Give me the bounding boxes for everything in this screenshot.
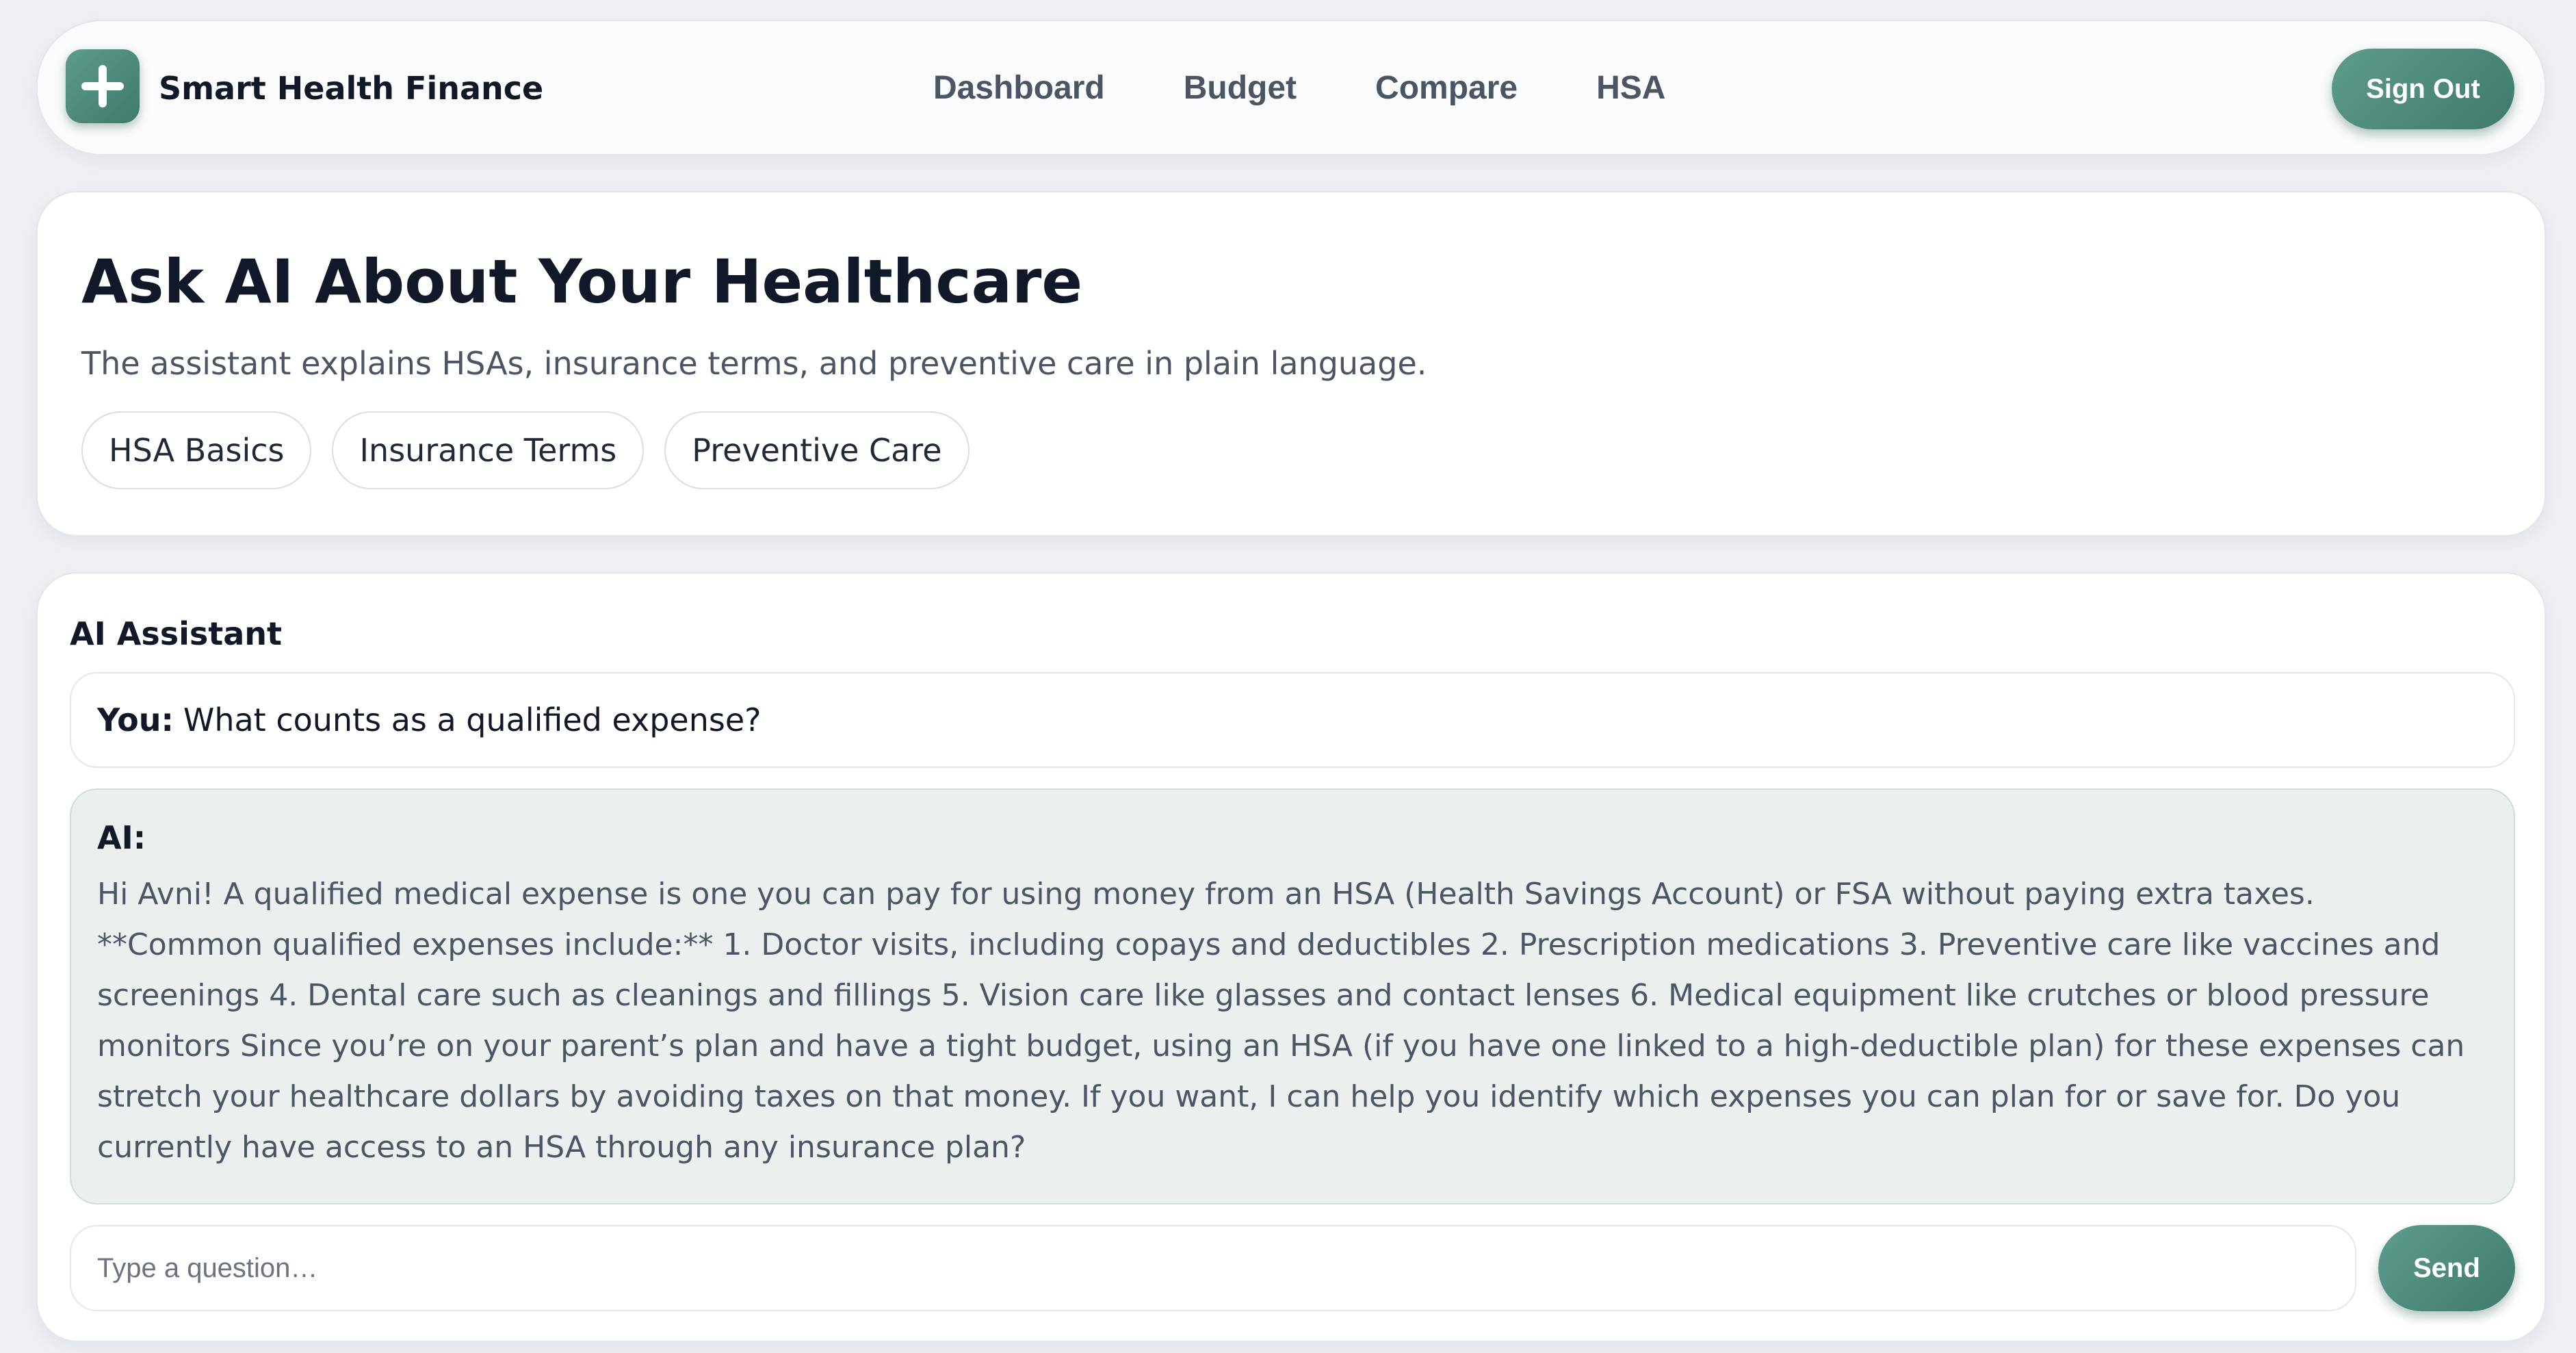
- nav-links: Dashboard Budget Compare HSA: [933, 66, 1665, 110]
- nav-hsa[interactable]: HSA: [1596, 66, 1665, 110]
- user-message: You: What counts as a qualified expense?: [70, 672, 2515, 768]
- hero-card: Ask AI About Your Healthcare The assista…: [36, 191, 2546, 537]
- sign-out-button[interactable]: Sign Out: [2332, 49, 2514, 129]
- page-subtitle: The assistant explains HSAs, insurance t…: [81, 345, 1427, 382]
- question-input[interactable]: [70, 1225, 2356, 1311]
- plus-icon-vertical: [99, 65, 107, 107]
- nav-dashboard[interactable]: Dashboard: [933, 66, 1105, 110]
- chip-insurance-terms[interactable]: Insurance Terms: [332, 411, 645, 489]
- top-navbar: Smart Health Finance Dashboard Budget Co…: [36, 20, 2546, 155]
- ai-message-text: Hi Avni! A qualified medical expense is …: [97, 877, 2465, 1165]
- brand-name[interactable]: Smart Health Finance: [159, 66, 543, 110]
- chat-heading: AI Assistant: [70, 615, 283, 652]
- app-root: Smart Health Finance Dashboard Budget Co…: [0, 0, 2576, 1353]
- plus-icon[interactable]: [66, 49, 140, 123]
- nav-compare[interactable]: Compare: [1375, 66, 1518, 110]
- chat-panel: AI Assistant You: What counts as a quali…: [36, 572, 2546, 1342]
- user-label: You:: [97, 701, 174, 738]
- chip-preventive-care[interactable]: Preventive Care: [664, 411, 970, 489]
- user-message-text: What counts as a qualified expense?: [183, 701, 762, 738]
- nav-budget[interactable]: Budget: [1184, 66, 1297, 110]
- ai-message: AI: Hi Avni! A qualified medical expense…: [70, 788, 2515, 1204]
- send-button[interactable]: Send: [2378, 1225, 2515, 1311]
- topic-chips: HSA Basics Insurance Terms Preventive Ca…: [81, 411, 970, 489]
- chip-hsa-basics[interactable]: HSA Basics: [81, 411, 312, 489]
- page-title: Ask AI About Your Healthcare: [81, 246, 1083, 317]
- ai-label: AI:: [97, 819, 146, 856]
